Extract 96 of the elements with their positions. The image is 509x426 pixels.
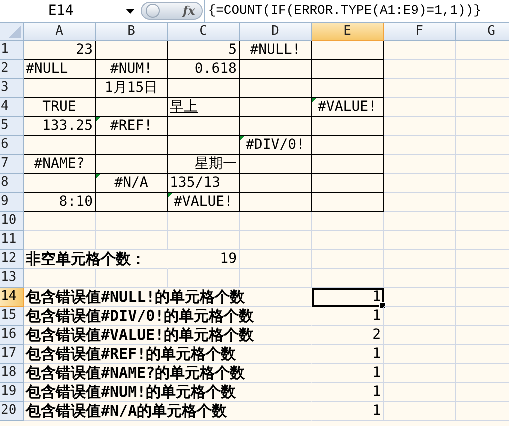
table-cell[interactable] <box>312 41 384 60</box>
row-header[interactable]: 5 <box>0 117 24 136</box>
table-cell[interactable] <box>24 174 96 193</box>
table-cell[interactable]: 早上 <box>168 98 240 117</box>
column-header[interactable]: E <box>312 23 384 41</box>
table-cell[interactable] <box>240 98 312 117</box>
select-all-button[interactable] <box>0 23 24 41</box>
table-cell[interactable]: 包含错误值#NULL!的单元格个数 <box>24 288 312 307</box>
table-cell[interactable]: 1 <box>312 402 384 421</box>
table-cell[interactable]: 星期一 <box>168 155 240 174</box>
column-header[interactable]: G <box>456 23 509 41</box>
row-header[interactable]: 2 <box>0 60 24 79</box>
row-header[interactable]: 11 <box>0 231 24 250</box>
table-cell[interactable]: 5 <box>168 41 240 60</box>
table-cell[interactable]: #DIV/0! <box>240 136 312 155</box>
table-cell[interactable]: 23 <box>24 41 96 60</box>
table-cell[interactable] <box>168 79 240 98</box>
row-header[interactable]: 8 <box>0 174 24 193</box>
table-cell[interactable] <box>312 117 384 136</box>
table-cell[interactable]: 2 <box>312 326 384 345</box>
row-header[interactable]: 15 <box>0 307 24 326</box>
table-cell[interactable]: 1 <box>312 307 384 326</box>
table-cell[interactable]: 1 <box>312 383 384 402</box>
table-cell[interactable]: 包含错误值#VALUE!的单元格个数 <box>24 326 312 345</box>
table-cell[interactable] <box>96 41 168 60</box>
row-header[interactable]: 13 <box>0 269 24 288</box>
table-cell[interactable]: 1月15日 <box>96 79 168 98</box>
table-cell[interactable]: #REF! <box>96 117 168 136</box>
table-cell[interactable]: #NAME? <box>24 155 96 174</box>
row-header[interactable]: 18 <box>0 364 24 383</box>
row-header[interactable]: 6 <box>0 136 24 155</box>
table-cell[interactable]: #NUM! <box>96 60 168 79</box>
row-header[interactable]: 17 <box>0 345 24 364</box>
table-cell[interactable]: 包含错误值#NAME?的单元格个数 <box>24 364 312 383</box>
table-cell[interactable] <box>240 79 312 98</box>
table-cell[interactable] <box>96 193 168 212</box>
row-header[interactable]: 19 <box>0 383 24 402</box>
table-cell[interactable]: #VALUE! <box>312 98 384 117</box>
table-cell[interactable] <box>168 117 240 136</box>
table-cell[interactable]: 133.25 <box>24 117 96 136</box>
table-cell[interactable]: #VALUE! <box>168 193 240 212</box>
table-cell[interactable] <box>312 136 384 155</box>
table-cell[interactable]: 135/13 <box>168 174 240 193</box>
row-header[interactable]: 10 <box>0 212 24 231</box>
table-cell[interactable] <box>240 155 312 174</box>
formula-field[interactable]: {=COUNT(IF(ERROR.TYPE(A1:E9)=1,1))} <box>204 0 509 22</box>
table-cell[interactable] <box>312 155 384 174</box>
table-cell[interactable] <box>96 98 168 117</box>
table-cell[interactable]: #NULL <box>24 60 96 79</box>
row-header[interactable]: 16 <box>0 326 24 345</box>
table-cell[interactable] <box>240 117 312 136</box>
row-header[interactable]: 14 <box>0 288 24 307</box>
table-cell[interactable]: 1 <box>312 364 384 383</box>
table-cell[interactable]: TRUE <box>24 98 96 117</box>
column-header[interactable]: A <box>24 23 96 41</box>
column-header[interactable]: D <box>240 23 312 41</box>
row-header[interactable]: 7 <box>0 155 24 174</box>
table-cell[interactable]: 1 <box>312 288 384 307</box>
table-cell[interactable] <box>240 60 312 79</box>
triangle-icon <box>9 26 21 38</box>
table-cell[interactable]: 1 <box>312 345 384 364</box>
table-cell[interactable]: 0.618 <box>168 60 240 79</box>
row-header[interactable]: 1 <box>0 41 24 60</box>
table-cell[interactable]: 包含错误值#REF!的单元格个数 <box>24 345 312 364</box>
table-cell[interactable] <box>24 79 96 98</box>
column-header[interactable]: F <box>384 23 456 41</box>
table-cell[interactable] <box>312 193 384 212</box>
dropdown-caret-icon[interactable] <box>126 8 135 14</box>
table-cell[interactable]: #N/A <box>96 174 168 193</box>
row-header[interactable]: 3 <box>0 79 24 98</box>
table-cell[interactable] <box>96 136 168 155</box>
formula-bar-toggle[interactable] <box>141 2 203 20</box>
table-cell[interactable]: 包含错误值#DIV/0!的单元格个数 <box>24 307 312 326</box>
table-cell[interactable] <box>168 136 240 155</box>
table-cell[interactable] <box>240 174 312 193</box>
table-cell[interactable]: #NULL! <box>240 41 312 60</box>
insert-function-button[interactable]: fx <box>177 4 200 18</box>
fill-handle[interactable] <box>379 302 386 309</box>
table-cell[interactable] <box>24 136 96 155</box>
table-cell[interactable]: 非空单元格个数： <box>24 250 168 269</box>
row-header[interactable]: 20 <box>0 402 24 421</box>
row-header[interactable]: 12 <box>0 250 24 269</box>
row-header[interactable]: 9 <box>0 193 24 212</box>
name-box[interactable]: E14 <box>0 0 122 22</box>
column-header[interactable]: C <box>168 23 240 41</box>
table-cell[interactable]: 8:10 <box>24 193 96 212</box>
column-header[interactable]: B <box>96 23 168 41</box>
table-cell[interactable] <box>96 155 168 174</box>
table-cell[interactable]: 包含错误值#NUM!的单元格个数 <box>24 383 312 402</box>
table-cell[interactable]: 包含错误值#N/A的单元格个数 <box>24 402 312 421</box>
table-cell[interactable] <box>312 79 384 98</box>
table-cell[interactable] <box>240 193 312 212</box>
table-cell[interactable] <box>312 174 384 193</box>
table-cell[interactable] <box>312 60 384 79</box>
row-header[interactable]: 4 <box>0 98 24 117</box>
table-cell[interactable]: 19 <box>168 250 240 269</box>
